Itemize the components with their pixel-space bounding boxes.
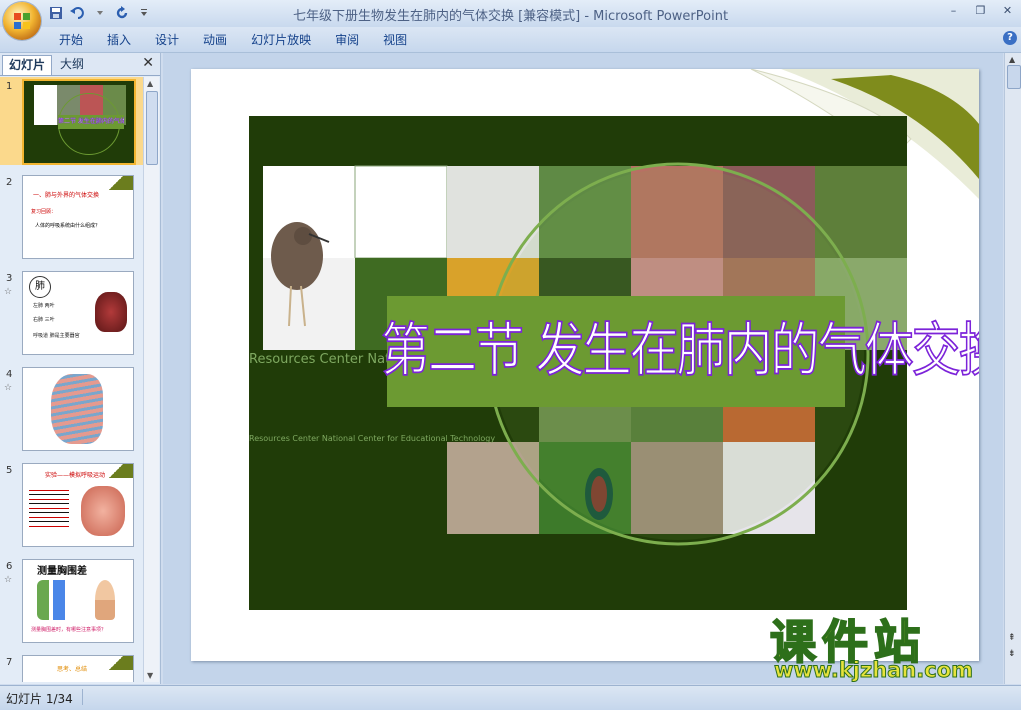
slides-pane: 幻灯片 大纲 ✕ 1 第二节 发生在肺内的气体交换 2 一、肺与外界的气体交换 …	[0, 53, 161, 684]
corner-decoration	[107, 656, 133, 670]
slide-thumbnail[interactable]	[22, 367, 134, 451]
thumbnail-scrollbar[interactable]: ▲ ▼	[143, 77, 159, 682]
thumbnail-row-4[interactable]: 4 ☆	[0, 365, 143, 453]
thumb-title: 肺	[29, 276, 51, 298]
slide-thumbnail[interactable]: 思考、总结	[22, 655, 134, 682]
person-image	[95, 580, 115, 620]
slide-title[interactable]: 第二节 发生在肺内的气体交换	[380, 280, 979, 422]
slide-scrollbar[interactable]: ▲ ⇞ ⇟	[1004, 53, 1021, 684]
thumb-title: 思考、总结	[57, 666, 88, 673]
ribbon-tab-bar: 开始 插入 设计 动画 幻灯片放映 审阅 视图 ?	[0, 27, 1021, 53]
tab-review[interactable]: 审阅	[323, 31, 371, 49]
scroll-down-icon[interactable]: ▼	[147, 671, 153, 680]
corner-decoration	[107, 176, 133, 190]
slide-number: 6	[6, 561, 13, 572]
close-button[interactable]: ✕	[994, 0, 1021, 20]
office-logo-icon	[14, 13, 30, 29]
thumbnail-row-6[interactable]: 6 ☆ 测量胸围差 测量胸围差时，有哪些注意事项？	[0, 557, 143, 645]
thumb-text: 人体的呼吸系统由什么组成？	[35, 223, 101, 229]
slide-thumbnail[interactable]: 肺 左肺 两叶 右肺 三叶 呼吸道 肺是主要器官	[22, 271, 134, 355]
slide-thumbnail[interactable]: 一、肺与外界的气体交换 复习回顾： 人体的呼吸系统由什么组成？	[22, 175, 134, 259]
resources-caption: Resources Center National Center for Edu…	[249, 434, 496, 443]
chest-image	[81, 486, 125, 536]
tab-insert[interactable]: 插入	[95, 31, 143, 49]
slide-number: 1	[6, 81, 13, 92]
tab-view[interactable]: 视图	[371, 31, 419, 49]
thumb-title: 测量胸围差	[37, 566, 87, 577]
pane-tabs: 幻灯片 大纲 ✕	[0, 53, 160, 76]
animation-icon: ☆	[4, 383, 13, 393]
tab-animations[interactable]: 动画	[191, 31, 239, 49]
close-icon[interactable]: ✕	[142, 55, 154, 71]
window-title: 七年级下册生物发生在肺内的气体交换 [兼容模式] - Microsoft Pow…	[292, 9, 729, 24]
minimize-button[interactable]: –	[940, 0, 967, 20]
office-button[interactable]	[3, 2, 41, 40]
people-image	[37, 580, 77, 620]
restore-button[interactable]: ❐	[967, 0, 994, 20]
animation-icon: ☆	[4, 287, 13, 297]
thumbnail-row-1[interactable]: 1 第二节 发生在肺内的气体交换	[0, 77, 143, 165]
slide-canvas[interactable]: Resources Center Natio Resources Center …	[191, 69, 979, 661]
tab-home[interactable]: 开始	[47, 31, 95, 49]
thumbnail-list: 1 第二节 发生在肺内的气体交换 2 一、肺与外界的气体交换 复习回顾： 人体的…	[0, 77, 143, 682]
watermark-url: www.kjzhan.com	[773, 658, 974, 683]
scroll-thumb[interactable]	[1007, 65, 1021, 89]
lung-image	[95, 292, 127, 332]
thumbnail-row-7[interactable]: 7 思考、总结	[0, 653, 143, 682]
ribcage-image	[51, 374, 103, 444]
thumb-title: 第二节 发生在肺内的气体交换	[58, 115, 124, 129]
scroll-thumb[interactable]	[146, 91, 158, 165]
tab-design[interactable]: 设计	[143, 31, 191, 49]
slide-thumbnail[interactable]: 测量胸围差 测量胸围差时，有哪些注意事项？	[22, 559, 134, 643]
animation-icon: ☆	[4, 575, 13, 585]
thumb-title: 一、肺与外界的气体交换	[33, 192, 100, 199]
thumbnail-row-5[interactable]: 5 实验——模拟呼吸运动	[0, 461, 143, 549]
text-lines	[29, 486, 69, 530]
slide-number: 7	[6, 657, 13, 668]
thumbnail-row-3[interactable]: 3 ☆ 肺 左肺 两叶 右肺 三叶 呼吸道 肺是主要器官	[0, 269, 143, 357]
status-bar: 幻灯片 1/34	[0, 685, 1021, 710]
slide-editing-area[interactable]: Resources Center Natio Resources Center …	[163, 53, 1003, 684]
thumb-text: 左肺 两叶	[33, 303, 55, 309]
title-bar: 七年级下册生物发生在肺内的气体交换 [兼容模式] - Microsoft Pow…	[0, 0, 1021, 40]
help-icon[interactable]: ?	[1003, 31, 1017, 45]
slide-counter: 幻灯片 1/34	[6, 692, 73, 706]
thumbnail-row-2[interactable]: 2 一、肺与外界的气体交换 复习回顾： 人体的呼吸系统由什么组成？	[0, 173, 143, 261]
slide-number: 2	[6, 177, 13, 188]
slide-thumbnail[interactable]: 实验——模拟呼吸运动	[22, 463, 134, 547]
scroll-up-icon[interactable]: ▲	[147, 79, 153, 88]
site-watermark: 课件站 www.kjzhan.com	[769, 606, 1010, 686]
corner-decoration	[107, 464, 133, 478]
divider	[82, 689, 83, 705]
thumb-text: 呼吸道 肺是主要器官	[33, 333, 80, 339]
thumb-title: 实验——模拟呼吸运动	[45, 472, 106, 479]
window-controls: – ❐ ✕	[940, 0, 1021, 20]
slide-number: 5	[6, 465, 13, 476]
tab-slides[interactable]: 幻灯片	[2, 55, 53, 75]
tab-slideshow[interactable]: 幻灯片放映	[239, 31, 323, 49]
slide-thumbnail[interactable]: 第二节 发生在肺内的气体交换	[22, 79, 136, 165]
slide-number: 3	[6, 273, 13, 284]
scroll-up-icon[interactable]: ▲	[1009, 55, 1015, 64]
resources-watermark: Resources Center Natio	[249, 352, 402, 367]
thumb-text: 复习回顾：	[31, 209, 57, 215]
tab-outline[interactable]: 大纲	[54, 55, 90, 74]
slide-number: 4	[6, 369, 13, 380]
thumb-text: 测量胸围差时，有哪些注意事项？	[31, 627, 107, 633]
thumb-text: 右肺 三叶	[33, 317, 55, 323]
